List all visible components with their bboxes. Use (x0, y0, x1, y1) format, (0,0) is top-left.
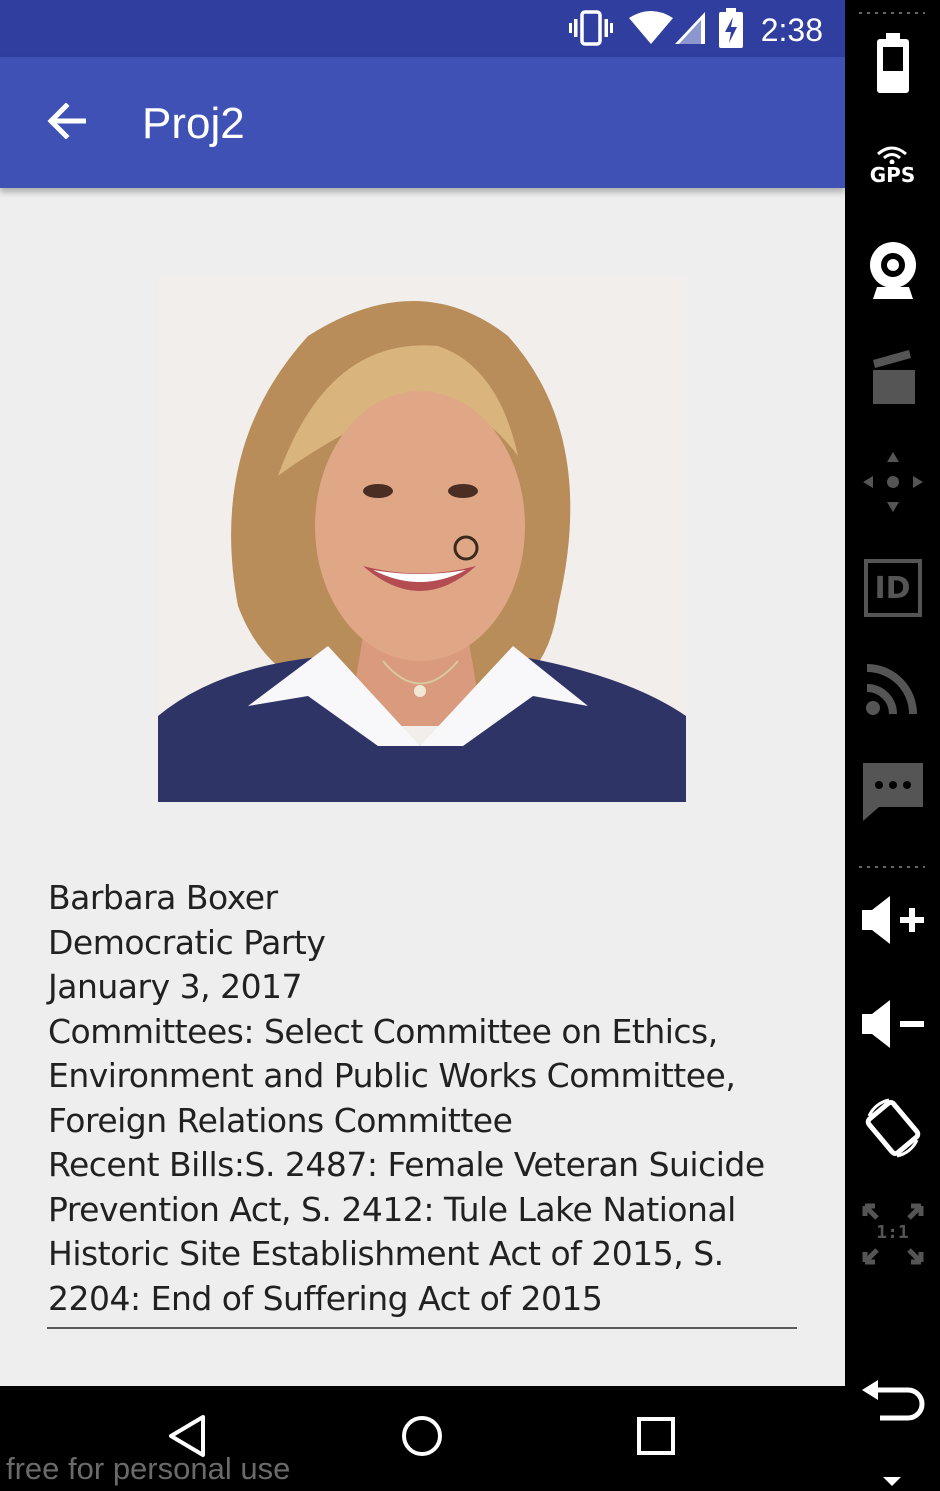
cast-icon (865, 660, 921, 720)
phone-screen: 2:38 Proj2 Barbara Boxer Democratic Part… (0, 0, 845, 1488)
panel-divider (859, 12, 925, 14)
media-button[interactable] (845, 338, 940, 418)
volume-up-icon (860, 894, 926, 950)
volume-down-icon (860, 998, 926, 1054)
media-icon (869, 346, 917, 410)
status-bar: 2:38 (0, 0, 845, 57)
term-end-date: January 3, 2017 (48, 967, 303, 1006)
id-icon: ID (863, 559, 922, 617)
dpad-button[interactable] (845, 444, 940, 524)
panel-divider (859, 866, 925, 868)
legislator-details: Barbara Boxer Democratic Party January 3… (48, 876, 798, 1321)
cast-button[interactable] (845, 650, 940, 730)
panel-scroll-indicator[interactable] (881, 1472, 903, 1491)
recent-bills-text: Recent Bills:S. 2487: Female Veteran Sui… (48, 1145, 765, 1318)
emulator-side-panel: GPS ID 1:1 (845, 0, 940, 1488)
status-icons: 2:38 (568, 8, 823, 52)
status-time: 2:38 (760, 11, 823, 48)
divider (47, 1327, 797, 1329)
legislator-party: Democratic Party (48, 922, 326, 962)
gps-label: GPS (869, 163, 916, 187)
legislator-detail: Barbara Boxer Democratic Party January 3… (0, 188, 845, 1386)
rotate-button[interactable] (845, 1090, 940, 1170)
arrow-back-icon (46, 102, 87, 143)
camera-icon (867, 239, 919, 305)
rotate-icon (861, 1096, 925, 1164)
volume-down-button[interactable] (845, 986, 940, 1066)
nav-recents-button[interactable] (626, 1408, 686, 1468)
device-id-button[interactable]: ID (845, 548, 940, 628)
recents-square-icon (635, 1415, 677, 1461)
back-icon (860, 1378, 926, 1426)
id-label: ID (874, 570, 911, 606)
app-title: Proj2 (142, 99, 245, 148)
app-bar: Proj2 (0, 57, 845, 188)
camera-button[interactable] (845, 232, 940, 312)
gps-icon: GPS (870, 146, 915, 186)
battery-button[interactable] (845, 26, 940, 106)
gps-button[interactable]: GPS (845, 126, 940, 206)
emulator-back-button[interactable] (845, 1362, 940, 1442)
committees-text: Committees: Select Committee on Ethics, … (48, 1011, 736, 1140)
home-circle-icon (399, 1413, 445, 1463)
watermark-text: free for personal use (6, 1451, 291, 1486)
scale-icon: 1:1 (861, 1202, 925, 1266)
nav-home-button[interactable] (392, 1408, 452, 1468)
vibrate-icon (568, 10, 613, 50)
cell-signal-icon (674, 10, 705, 50)
portrait-photo (158, 276, 686, 802)
scale-button[interactable]: 1:1 (845, 1194, 940, 1274)
battery-charging-icon (718, 8, 743, 52)
dpad-icon (861, 450, 925, 518)
sms-button[interactable] (845, 754, 940, 834)
volume-up-button[interactable] (845, 882, 940, 962)
wifi-icon (627, 10, 675, 50)
battery-icon (875, 33, 911, 99)
sms-icon (861, 761, 925, 827)
scale-label: 1:1 (876, 1222, 909, 1243)
back-button[interactable] (40, 97, 92, 149)
legislator-name: Barbara Boxer (48, 878, 278, 917)
